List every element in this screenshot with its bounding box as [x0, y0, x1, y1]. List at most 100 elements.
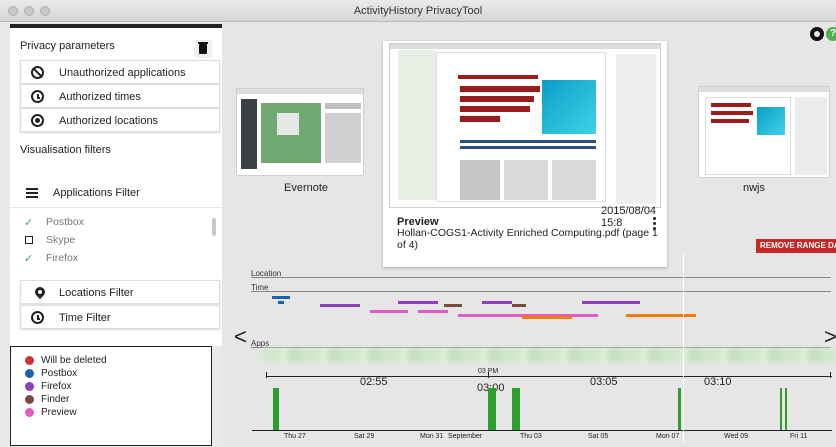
privacy-item-label: Unauthorized applications: [59, 67, 186, 79]
hour-tick: [266, 372, 267, 378]
settings-gear-icon[interactable]: [810, 27, 824, 41]
legend-label: Finder: [41, 394, 70, 405]
applications-filter-header[interactable]: Applications Filter: [10, 178, 222, 208]
legend-dot: [25, 408, 34, 417]
app-filter-skype[interactable]: Skype: [10, 232, 210, 250]
hour-axis: [266, 376, 832, 377]
legend-label: Firefox: [41, 381, 72, 392]
locations-filter-label: Locations Filter: [59, 287, 134, 299]
screenshot-preview-image: [389, 43, 661, 208]
date-label: Thu 27: [284, 433, 306, 440]
timeline-cursor[interactable]: [683, 254, 684, 442]
app-name: Skype: [46, 234, 76, 246]
time-filter-label: Time Filter: [59, 312, 111, 324]
hour-mark-small: 03 PM: [478, 368, 499, 375]
list-icon: [26, 188, 38, 198]
time-filter[interactable]: Time Filter: [20, 305, 220, 329]
app-filter-postbox[interactable]: ✓ Postbox: [10, 214, 210, 232]
legend-label: Postbox: [41, 368, 78, 379]
privacy-item-unauthorized-applications[interactable]: Unauthorized applications: [20, 60, 220, 84]
hour-label: 03:05: [590, 376, 618, 388]
segment-finder[interactable]: [512, 304, 526, 307]
activity-bar[interactable]: [512, 388, 520, 430]
app-name: Postbox: [46, 216, 84, 228]
applications-list[interactable]: ✓ Postbox Skype ✓ Firefox: [10, 210, 222, 272]
hour-label: 02:55: [360, 376, 388, 388]
activity-bar[interactable]: [780, 388, 782, 430]
date-label: September: [448, 433, 483, 440]
checkbox-empty-icon: [25, 236, 33, 244]
activity-bar[interactable]: [678, 388, 681, 430]
thumbnail-evernote[interactable]: [236, 88, 364, 176]
hour-label: 03:10: [704, 376, 732, 388]
screenshot-timestamp: 2015/08/04 15:8: [601, 205, 657, 229]
ban-icon: [31, 66, 44, 79]
settings-panel: Privacy parameters Unauthorized applicat…: [10, 28, 222, 346]
legend-dot: [25, 382, 34, 391]
thumbnail-label-nwjs: nwjs: [742, 182, 765, 194]
privacy-item-label: Authorized times: [59, 91, 141, 103]
segment-firefox[interactable]: [398, 301, 438, 304]
segment-firefox[interactable]: [582, 301, 640, 304]
date-axis: [252, 430, 832, 431]
date-label: Sat 05: [588, 433, 609, 440]
date-label: Mon 31: [420, 433, 444, 440]
trash-icon[interactable]: [194, 40, 212, 58]
date-label: Fri 11: [790, 433, 808, 440]
title-bar: ActivityHistory PrivacyTool: [0, 0, 836, 22]
segment-postbox[interactable]: [278, 301, 284, 304]
legend-label: Will be deleted: [41, 355, 107, 366]
timer-icon: [31, 311, 44, 324]
hour-tick: [830, 372, 831, 378]
legend: Will be deleted Postbox Firefox Finder P…: [10, 346, 212, 446]
privacy-item-authorized-locations[interactable]: Authorized locations: [20, 108, 220, 132]
date-label: Mon 07: [656, 433, 680, 440]
thumbnail-label-evernote: Evernote: [283, 182, 329, 194]
date-label: Thu 03: [520, 433, 542, 440]
remove-range-data-button[interactable]: REMOVE RANGE DATA: [756, 239, 836, 253]
help-icon[interactable]: ?: [826, 27, 836, 41]
legend-dot: [25, 395, 34, 404]
app-filter-firefox[interactable]: ✓ Firefox: [10, 250, 210, 268]
date-label: Wed 09: [724, 433, 748, 440]
gps-target-icon: [31, 114, 44, 127]
legend-dot: [25, 356, 34, 365]
screenshot-window-title: Hollan-COGS1-Activity Enriched Computing…: [397, 227, 658, 251]
locations-filter[interactable]: Locations Filter: [20, 280, 220, 304]
window-title: ActivityHistory PrivacyTool: [353, 5, 483, 17]
apps-activity-strip[interactable]: [262, 348, 836, 362]
date-label: Sat 29: [354, 433, 375, 440]
privacy-item-label: Authorized locations: [59, 115, 159, 127]
segment-firefox[interactable]: [320, 304, 360, 307]
left-panel: Privacy parameters Unauthorized applicat…: [0, 22, 222, 447]
privacy-parameters-title: Privacy parameters: [20, 40, 115, 52]
segment-finder[interactable]: [444, 304, 462, 307]
chevron-left-icon[interactable]: <: [234, 324, 247, 350]
applications-list-scrollbar[interactable]: [212, 218, 216, 236]
check-icon: ✓: [24, 253, 34, 265]
applications-filter-label: Applications Filter: [53, 187, 140, 199]
segment-preview[interactable]: [370, 310, 408, 313]
location-track: [251, 277, 831, 278]
thumbnail-nwjs[interactable]: [698, 86, 830, 178]
screenshot-card[interactable]: 2015/08/04 15:8 Preview Hollan-COGS1-Act…: [383, 41, 667, 267]
activity-bar[interactable]: [273, 388, 279, 430]
app-name: Firefox: [46, 252, 79, 264]
main-area: ? Evernote 2015/08/04 15:8 Preview Holla…: [222, 22, 836, 447]
privacy-item-authorized-times[interactable]: Authorized times: [20, 84, 220, 108]
visualisation-filters-title: Visualisation filters: [20, 144, 111, 156]
segment-will-be-deleted[interactable]: [522, 316, 572, 319]
activity-bar[interactable]: [785, 388, 787, 430]
clock-icon: [31, 90, 44, 103]
time-track: [251, 291, 831, 292]
legend-dot: [25, 369, 34, 378]
segment-preview[interactable]: [418, 310, 448, 313]
activity-bar[interactable]: [488, 388, 496, 430]
segment-postbox[interactable]: [272, 296, 290, 299]
location-pin-icon: [32, 284, 48, 300]
legend-label: Preview: [41, 407, 77, 418]
more-vert-icon[interactable]: [653, 217, 657, 231]
check-icon: ✓: [24, 217, 34, 229]
segment-firefox[interactable]: [482, 301, 512, 304]
segment-will-be-deleted[interactable]: [626, 314, 696, 317]
